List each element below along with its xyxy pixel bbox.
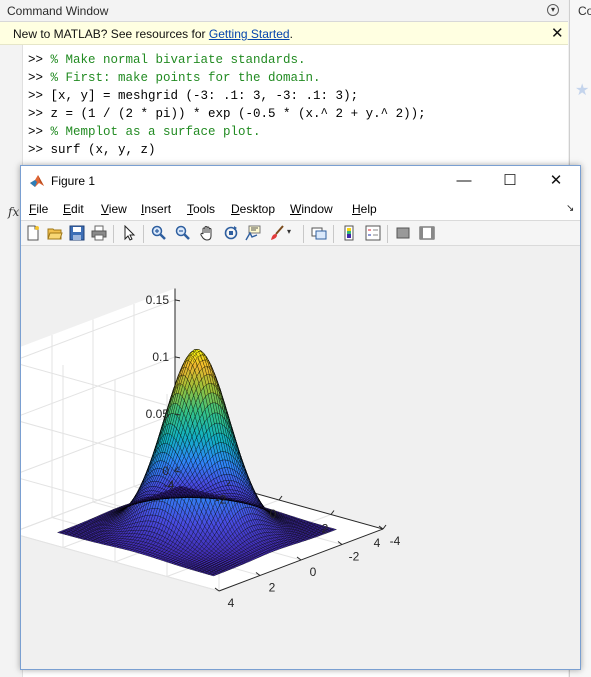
command-prompt: >> [28, 125, 51, 139]
command-window-title: Command Window [7, 4, 109, 18]
figure-menubar: File Edit View Insert Tools Desktop Wind… [21, 196, 580, 220]
x-tick-mark [382, 524, 387, 530]
dock-figure-icon[interactable]: ↘ [566, 203, 574, 214]
toolbar-separator [303, 225, 304, 243]
matlab-logo-icon [30, 175, 44, 187]
menu-tools[interactable]: Tools [187, 202, 215, 216]
surface-plot[interactable]: 0 0.05 0.1 0.15 -4 -2 0 2 4 -4 -2 0 2 4 [10, 246, 580, 669]
brush-dropdown-icon[interactable]: ▾ [287, 227, 303, 243]
z-tick-label: 0 [162, 464, 169, 478]
fx-icon[interactable]: fx [8, 205, 19, 219]
command-prompt: >> [28, 71, 51, 85]
panel-actions-icon[interactable]: ▾ [547, 4, 559, 16]
x-tick-label: -2 [216, 493, 227, 507]
y-tick-label: 2 [269, 581, 276, 595]
menu-edit[interactable]: Edit [63, 202, 84, 216]
x-tick-mark [330, 510, 335, 515]
x-tick-label: 0 [270, 507, 277, 521]
y-tick-label: -2 [349, 550, 360, 564]
y-tick-label: -4 [390, 534, 401, 548]
menu-help[interactable]: Help [352, 202, 377, 216]
close-banner-icon[interactable]: ✕ [551, 24, 564, 42]
banner-message: New to MATLAB? See resources for [13, 27, 209, 41]
figure-title: Figure 1 [51, 174, 96, 188]
hide-plot-tools-icon[interactable] [395, 225, 411, 241]
command-comment: % Memplot as a surface plot. [50, 125, 261, 139]
command-prompt: >> [28, 107, 51, 121]
command-comment: % Make normal bivariate standards. [50, 53, 306, 67]
toolbar-separator [143, 225, 144, 243]
menu-insert[interactable]: Insert [141, 202, 171, 216]
command-window-header: Command Window ▾ [0, 0, 568, 22]
side-panel-title: Co [578, 4, 591, 18]
zoom-out-icon[interactable] [175, 225, 191, 241]
legend-icon[interactable] [365, 225, 381, 241]
save-icon[interactable] [69, 225, 85, 241]
y-tick-label: 0 [310, 565, 317, 579]
command-prompt: >> [28, 143, 51, 157]
favorite-star-icon[interactable]: ★ [575, 80, 589, 100]
colorbar-icon[interactable] [341, 225, 357, 241]
brush-icon[interactable] [269, 225, 285, 241]
toolbar-separator [113, 225, 114, 243]
command-line: >> % Memplot as a surface plot. [28, 125, 261, 139]
command-code: z = (1 / (2 * pi)) * exp (-0.5 * (x.^ 2 … [50, 107, 426, 121]
figure-window[interactable]: Figure 1 — ☐ ✕ File Edit View Insert Too… [10, 165, 581, 670]
pan-icon[interactable] [199, 225, 215, 241]
z-tick-mark [174, 356, 181, 359]
menu-desktop[interactable]: Desktop [231, 202, 275, 216]
z-tick-mark [174, 299, 181, 302]
plot-area[interactable]: 0 0.05 0.1 0.15 -4 -2 0 2 4 -4 -2 0 2 4 [10, 246, 580, 669]
command-line: >> % First: make points for the domain. [28, 71, 321, 85]
x-tick-label: -4 [164, 478, 175, 492]
y-tick-label: 4 [228, 596, 235, 610]
figure-toolbar: ▾ [21, 220, 580, 246]
figure-titlebar[interactable]: Figure 1 — ☐ ✕ [21, 166, 580, 196]
command-prompt: >> [28, 53, 51, 67]
show-plot-tools-icon[interactable] [419, 225, 435, 241]
select-arrow-icon[interactable] [121, 225, 137, 241]
getting-started-banner: New to MATLAB? See resources for Getting… [0, 22, 568, 45]
x-tick-mark [278, 495, 283, 501]
command-code: surf (x, y, z) [50, 143, 156, 157]
x-tick-label: 2 [322, 522, 329, 536]
zoom-in-icon[interactable] [151, 225, 167, 241]
maximize-button[interactable]: ☐ [487, 168, 533, 194]
menu-window[interactable]: Window [290, 202, 333, 216]
rotate-3d-icon[interactable] [223, 225, 239, 241]
z-tick-label: 0.1 [152, 350, 169, 364]
menu-view[interactable]: View [101, 202, 127, 216]
close-window-button[interactable]: ✕ [533, 168, 579, 194]
z-tick-label: 0.15 [146, 293, 170, 307]
command-comment: % First: make points for the domain. [50, 71, 321, 85]
z-tick-label: 0.05 [146, 407, 170, 421]
command-code: [x, y] = meshgrid (-3: .1: 3, -3: .1: 3)… [50, 89, 359, 103]
command-line: >> [x, y] = meshgrid (-3: .1: 3, -3: .1:… [28, 89, 358, 103]
getting-started-link[interactable]: Getting Started [209, 27, 290, 41]
open-file-icon[interactable] [47, 225, 63, 241]
banner-text: New to MATLAB? See resources for Getting… [13, 27, 293, 41]
command-line: >> z = (1 / (2 * pi)) * exp (-0.5 * (x.^… [28, 107, 426, 121]
x-tick-label: 4 [374, 536, 381, 550]
banner-suffix: . [289, 27, 293, 41]
command-line: >> surf (x, y, z) [28, 143, 156, 157]
new-figure-icon[interactable] [25, 225, 41, 241]
link-plot-icon[interactable] [311, 225, 327, 241]
data-cursor-icon[interactable] [245, 225, 261, 241]
minimize-button[interactable]: — [441, 168, 487, 194]
menu-file[interactable]: File [29, 202, 48, 216]
print-icon[interactable] [91, 225, 107, 241]
command-line: >> % Make normal bivariate standards. [28, 53, 306, 67]
command-prompt: >> [28, 89, 51, 103]
toolbar-separator [333, 225, 334, 243]
toolbar-separator [387, 225, 388, 243]
